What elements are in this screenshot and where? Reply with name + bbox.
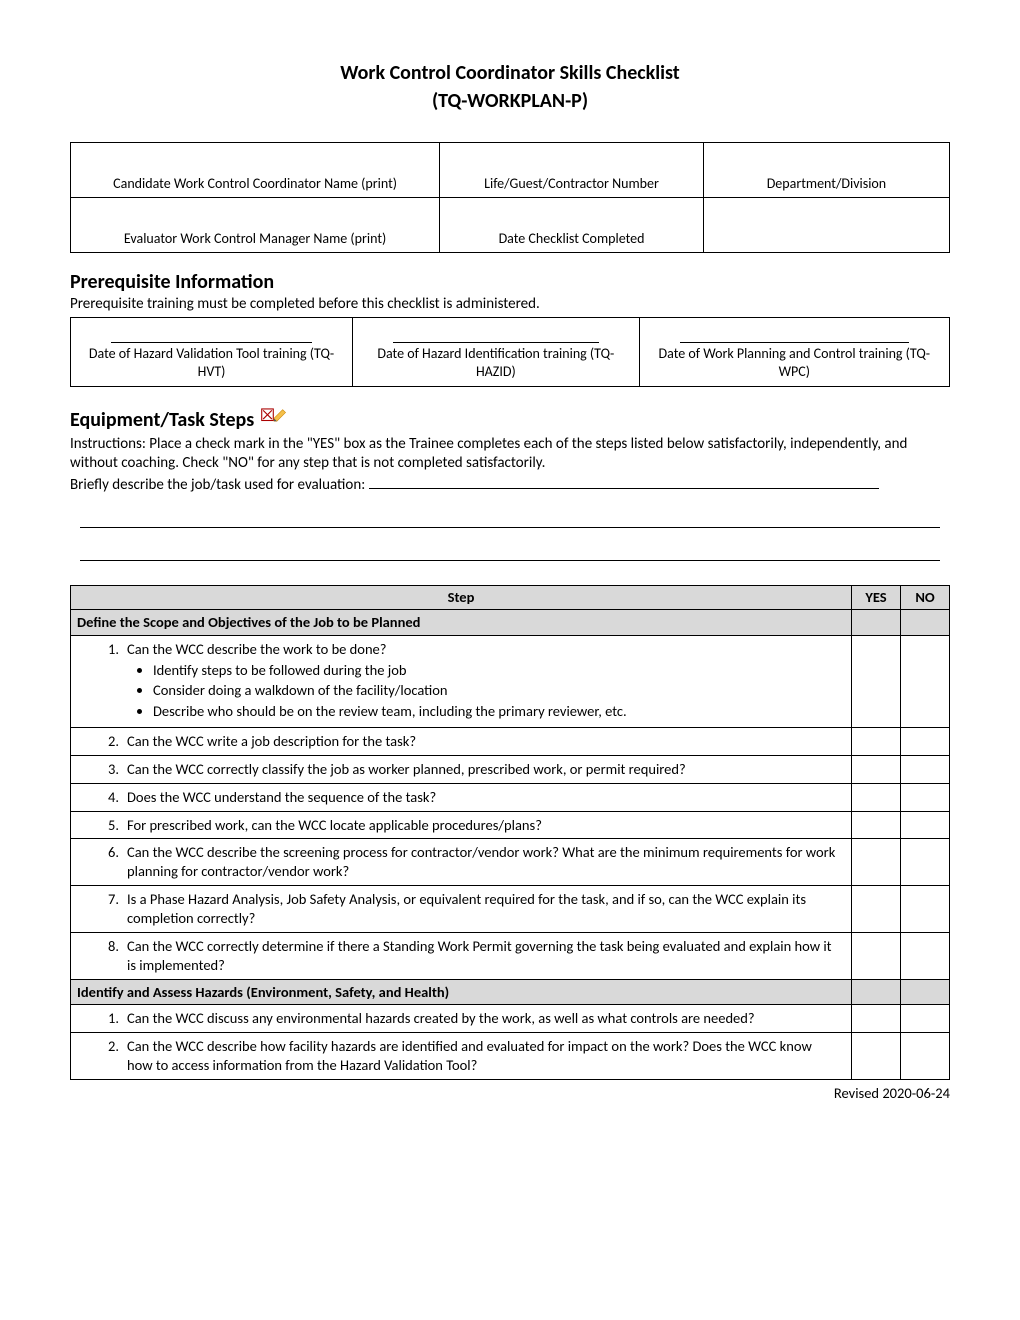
no-box[interactable] xyxy=(901,932,950,979)
prereq-label-hazid: Date of Hazard Identification training (… xyxy=(377,345,614,380)
section-scope: Define the Scope and Objectives of the J… xyxy=(71,609,852,635)
equipment-heading: Equipment/Task Steps xyxy=(70,407,254,433)
yes-box[interactable] xyxy=(852,728,901,756)
blank-line-1[interactable] xyxy=(80,509,940,528)
identity-table: Candidate Work Control Coordinator Name … xyxy=(70,142,950,253)
prereq-label-hvt: Date of Hazard Validation Tool training … xyxy=(89,345,334,380)
describe-label: Briefly describe the job/task used for e… xyxy=(70,476,369,494)
cell-candidate[interactable]: Candidate Work Control Coordinator Name … xyxy=(71,143,440,198)
step-num: 1. xyxy=(89,640,127,723)
col-step: Step xyxy=(71,586,852,610)
col-no: NO xyxy=(901,586,950,610)
step-text: Does the WCC understand the sequence of … xyxy=(127,788,845,807)
step-num: 2. xyxy=(89,732,127,751)
section-hazards: Identify and Assess Hazards (Environment… xyxy=(71,979,852,1005)
col-yes: YES xyxy=(852,586,901,610)
yes-box[interactable] xyxy=(852,783,901,811)
cell-date-completed[interactable]: Date Checklist Completed xyxy=(440,198,704,253)
prereq-table: Date of Hazard Validation Tool training … xyxy=(70,317,950,387)
no-box[interactable] xyxy=(901,811,950,839)
blank-line-2[interactable] xyxy=(80,542,940,561)
no-box[interactable] xyxy=(901,755,950,783)
step-table: Step YES NO Define the Scope and Objecti… xyxy=(70,585,950,1080)
step-num: 7. xyxy=(89,890,127,928)
cell-number[interactable]: Life/Guest/Contractor Number xyxy=(440,143,704,198)
step-text: Can the WCC describe the screening proce… xyxy=(127,843,845,881)
doc-subtitle: (TQ-WORKPLAN-P) xyxy=(70,88,950,114)
step-num: 5. xyxy=(89,816,127,835)
prereq-cell-wpc[interactable]: Date of Work Planning and Control traini… xyxy=(639,317,949,386)
no-box[interactable] xyxy=(901,728,950,756)
prereq-label-wpc: Date of Work Planning and Control traini… xyxy=(659,345,931,380)
revision-date: Revised 2020-06-24 xyxy=(70,1084,950,1103)
step-num: 2. xyxy=(89,1037,127,1075)
no-box xyxy=(901,979,950,1005)
no-box[interactable] xyxy=(901,635,950,727)
prereq-cell-hvt[interactable]: Date of Hazard Validation Tool training … xyxy=(71,317,353,386)
step-text: Can the WCC correctly classify the job a… xyxy=(127,760,845,779)
yes-box[interactable] xyxy=(852,811,901,839)
step-text: Is a Phase Hazard Analysis, Job Safety A… xyxy=(127,890,845,928)
yes-box xyxy=(852,609,901,635)
step-text: Can the WCC discuss any environmental ha… xyxy=(127,1009,845,1028)
yes-box[interactable] xyxy=(852,1005,901,1033)
step-text: For prescribed work, can the WCC locate … xyxy=(127,816,845,835)
yes-box xyxy=(852,979,901,1005)
bullet: Describe who should be on the review tea… xyxy=(153,702,839,721)
no-box[interactable] xyxy=(901,783,950,811)
step-text: Can the WCC describe how facility hazard… xyxy=(127,1037,845,1075)
yes-box[interactable] xyxy=(852,932,901,979)
step-num: 1. xyxy=(89,1009,127,1028)
step-num: 6. xyxy=(89,843,127,881)
prereq-heading: Prerequisite Information xyxy=(70,269,950,295)
no-box[interactable] xyxy=(901,839,950,886)
doc-title: Work Control Coordinator Skills Checklis… xyxy=(70,60,950,86)
instructions-text: Instructions: Place a check mark in the … xyxy=(70,435,950,474)
yes-box[interactable] xyxy=(852,755,901,783)
cell-dept[interactable]: Department/Division xyxy=(703,143,949,198)
no-box xyxy=(901,609,950,635)
yes-box[interactable] xyxy=(852,1033,901,1080)
step-num: 3. xyxy=(89,760,127,779)
bullet: Consider doing a walkdown of the facilit… xyxy=(153,681,839,700)
yes-box[interactable] xyxy=(852,886,901,933)
cell-empty xyxy=(703,198,949,253)
step-text: Can the WCC describe the work to be done… xyxy=(127,640,839,659)
yes-box[interactable] xyxy=(852,839,901,886)
bullet: Identify steps to be followed during the… xyxy=(153,661,839,680)
no-box[interactable] xyxy=(901,1033,950,1080)
step-text: Can the WCC write a job description for … xyxy=(127,732,845,751)
edit-checklist-icon xyxy=(261,404,287,429)
cell-evaluator[interactable]: Evaluator Work Control Manager Name (pri… xyxy=(71,198,440,253)
prereq-cell-hazid[interactable]: Date of Hazard Identification training (… xyxy=(353,317,639,386)
prereq-sub: Prerequisite training must be completed … xyxy=(70,295,950,315)
step-num: 8. xyxy=(89,937,127,975)
step-num: 4. xyxy=(89,788,127,807)
instructions-describe: Briefly describe the job/task used for e… xyxy=(70,476,950,496)
yes-box[interactable] xyxy=(852,635,901,727)
step-text: Can the WCC correctly determine if there… xyxy=(127,937,845,975)
no-box[interactable] xyxy=(901,886,950,933)
no-box[interactable] xyxy=(901,1005,950,1033)
